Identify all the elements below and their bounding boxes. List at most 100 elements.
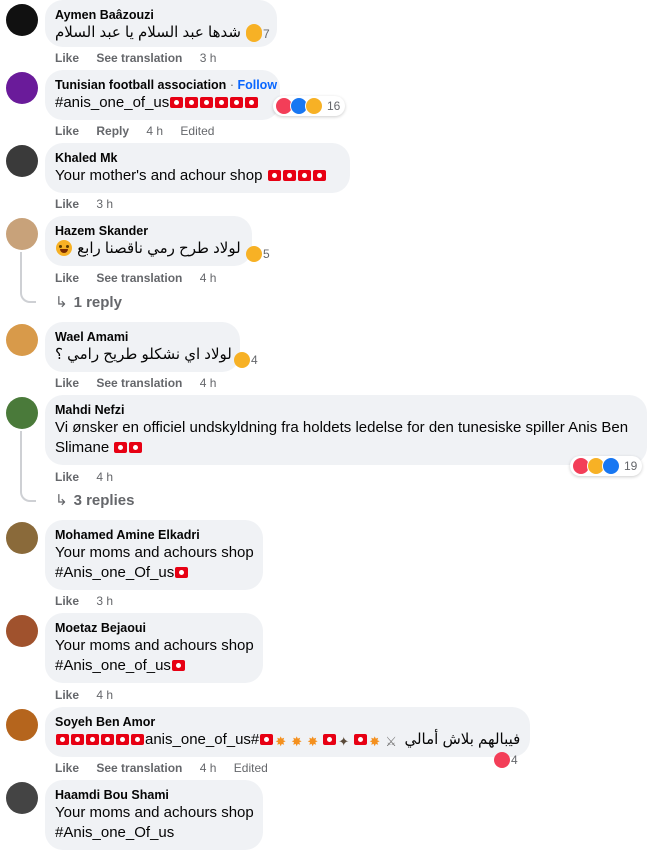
reaction-count: 4 <box>251 353 258 367</box>
comment-bubble: Khaled Mk Your mother's and achour shop <box>45 143 350 193</box>
avatar[interactable] <box>6 782 38 814</box>
tunisia-flag-icon <box>129 442 143 453</box>
tunisia-flag-icon <box>200 97 214 108</box>
reaction-count: 19 <box>624 459 638 473</box>
comment-text-line-2: #Anis_one_Of_us <box>55 563 251 583</box>
replies-count: 3 replies <box>73 492 135 509</box>
comment-bubble: Hazem Skander لولاد طرح رمي ناقصنا رابع <box>45 216 252 266</box>
comment-text: شدها عبد السلام يا عبد السلام <box>55 23 265 43</box>
hashtag-link[interactable]: #Anis_one_of_us <box>55 657 171 674</box>
comment-time[interactable]: 3 h <box>96 197 113 211</box>
reaction-summary[interactable]: 19 <box>570 456 643 476</box>
comment-bubble: Haamdi Bou Shami Your moms and achours s… <box>45 780 263 850</box>
view-replies-button[interactable]: ↳ 3 replies <box>55 491 134 509</box>
comment-text: لولاد اي نشكلو طريح رامي ؟ <box>55 345 232 365</box>
collision-emoji-icon: ✸ <box>307 734 319 749</box>
comment-text-content: لولاد طرح رمي ناقصنا رابع <box>77 240 241 257</box>
comment-author[interactable]: Aymen Baâzouzi <box>55 7 265 23</box>
avatar[interactable] <box>6 72 38 104</box>
like-button[interactable]: Like <box>55 376 79 390</box>
hashtag-link[interactable]: #anis_one_of_us <box>55 94 169 111</box>
comment-author[interactable]: Soyeh Ben Amor <box>55 714 518 730</box>
comment-author[interactable]: Mahdi Nefzi <box>55 402 635 418</box>
haha-reaction-icon <box>246 246 262 262</box>
tunisia-flag-icon <box>354 734 368 745</box>
comment-text-line-1: Your moms and achours shop <box>55 637 254 654</box>
haha-reaction-icon <box>234 352 250 368</box>
like-button[interactable]: Like <box>55 761 79 775</box>
tunisia-flag-icon <box>297 170 311 181</box>
comment-time[interactable]: 3 h <box>200 51 217 65</box>
comment-time[interactable]: 4 h <box>200 761 217 775</box>
like-button[interactable]: Like <box>55 688 79 702</box>
author-name[interactable]: Tunisian football association <box>55 78 226 92</box>
reaction-count: 4 <box>511 753 518 767</box>
comment-time[interactable]: 4 h <box>200 271 217 285</box>
avatar[interactable] <box>6 615 38 647</box>
comment-author: Tunisian football association · Follow <box>55 77 277 93</box>
avatar[interactable] <box>6 522 38 554</box>
tunisia-flag-icon <box>131 734 144 745</box>
avatar[interactable] <box>6 324 38 356</box>
comment-author[interactable]: Wael Amami <box>55 329 228 345</box>
reaction-count: 5 <box>263 247 270 261</box>
avatar[interactable] <box>6 4 38 36</box>
tunisia-flag-icon <box>245 97 259 108</box>
comment-time[interactable]: 3 h <box>96 594 113 608</box>
comment-time[interactable]: 4 h <box>200 376 217 390</box>
comment-actions: Like 3 h <box>55 197 127 211</box>
avatar[interactable] <box>6 397 38 429</box>
comment-text-content: Your mother's and achour shop <box>55 167 263 184</box>
reply-button[interactable]: Reply <box>96 124 129 138</box>
comment-text-content: لولاد اي نشكلو طريح رامي ؟ <box>55 346 232 363</box>
reaction-summary[interactable]: 16 <box>273 96 346 116</box>
comment-actions: Like See translation 4 h <box>55 376 230 390</box>
tunisia-flag-icon <box>185 97 199 108</box>
like-button[interactable]: Like <box>55 470 79 484</box>
like-button[interactable]: Like <box>55 124 79 138</box>
tunisia-flag-icon <box>175 567 189 578</box>
reaction-summary[interactable]: 4 <box>234 350 258 370</box>
tunisia-flag-icon <box>267 170 281 181</box>
comment-author[interactable]: Moetaz Bejaoui <box>55 620 251 636</box>
avatar[interactable] <box>6 709 38 741</box>
reaction-summary[interactable]: 5 <box>246 244 270 264</box>
like-button[interactable]: Like <box>55 51 79 65</box>
reply-arrow-icon: ↳ <box>55 294 68 311</box>
tunisia-flag-icon <box>312 170 326 181</box>
view-replies-button[interactable]: ↳ 1 reply <box>55 293 122 311</box>
comment-author[interactable]: Mohamed Amine Elkadri <box>55 527 251 543</box>
hashtag-link[interactable]: anis_one_of_us# <box>145 731 259 748</box>
like-button[interactable]: Like <box>55 594 79 608</box>
like-button[interactable]: Like <box>55 197 79 211</box>
see-translation-button[interactable]: See translation <box>96 761 182 775</box>
comment-text-line-2[interactable]: #Anis_one_Of_us <box>55 823 251 843</box>
comment-author[interactable]: Khaled Mk <box>55 150 338 166</box>
like-button[interactable]: Like <box>55 271 79 285</box>
see-translation-button[interactable]: See translation <box>96 376 182 390</box>
reply-arrow-icon: ↳ <box>55 492 68 509</box>
see-translation-button[interactable]: See translation <box>96 51 182 65</box>
comment-actions: Like See translation 3 h <box>55 51 230 65</box>
see-translation-button[interactable]: See translation <box>96 271 182 285</box>
thread-line <box>20 431 36 502</box>
reaction-summary[interactable]: 4 <box>494 750 518 770</box>
reaction-summary[interactable]: 7 <box>246 25 274 43</box>
comment-text-line-1: Your moms and achours shop <box>55 804 254 821</box>
tunisia-flag-icon <box>230 97 244 108</box>
tunisia-flag-icon <box>114 442 128 453</box>
avatar[interactable] <box>6 218 38 250</box>
tunisia-flag-icon <box>86 734 99 745</box>
tunisia-flag-icon <box>282 170 296 181</box>
follow-button[interactable]: Follow <box>237 78 277 92</box>
comment-time[interactable]: 4 h <box>146 124 163 138</box>
separator: · <box>229 78 234 92</box>
comment-time[interactable]: 4 h <box>96 688 113 702</box>
tunisia-flag-icon <box>323 734 337 745</box>
avatar[interactable] <box>6 145 38 177</box>
comment-time[interactable]: 4 h <box>96 470 113 484</box>
hashtag-link[interactable]: #Anis_one_Of_us <box>55 564 174 581</box>
comment-author[interactable]: Haamdi Bou Shami <box>55 787 251 803</box>
comment-author[interactable]: Hazem Skander <box>55 223 240 239</box>
comment-bubble: Aymen Baâzouzi شدها عبد السلام يا عبد ال… <box>45 0 277 47</box>
